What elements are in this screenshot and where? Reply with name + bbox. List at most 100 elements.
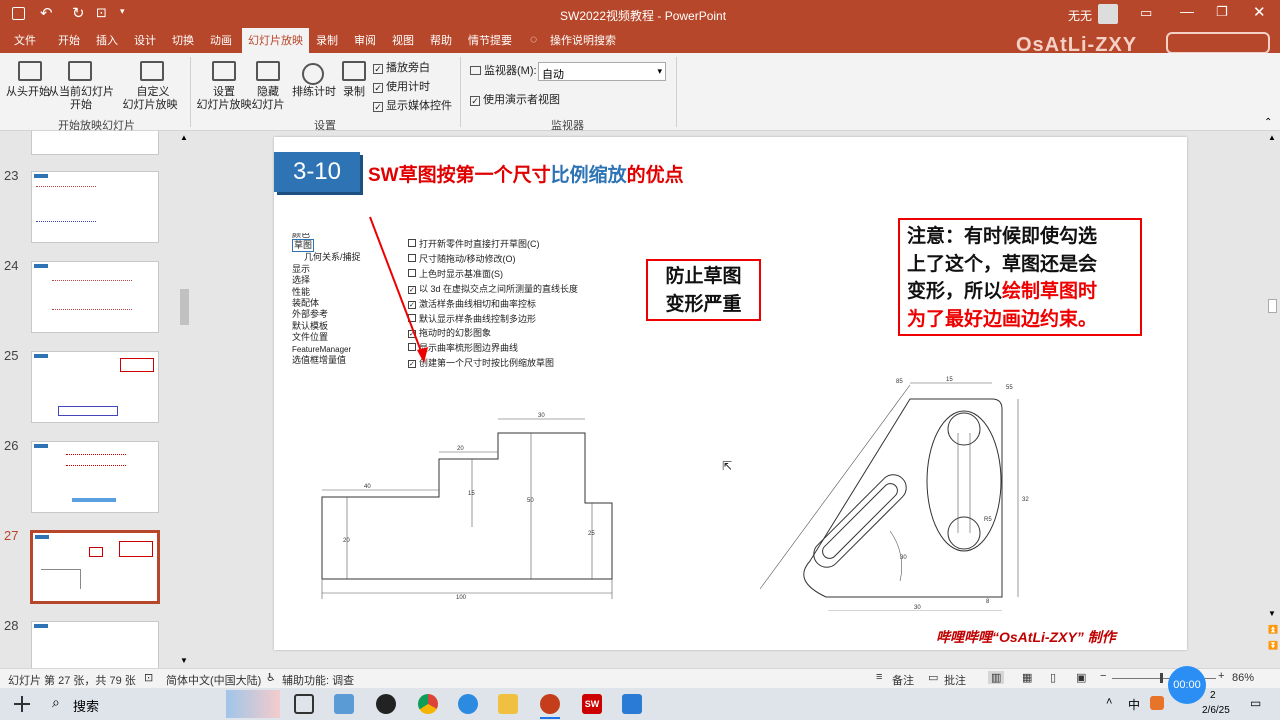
thumbnail-24[interactable] — [31, 261, 159, 333]
minimize-icon[interactable]: — — [1180, 3, 1194, 19]
notification-icon[interactable]: ▭ — [1250, 696, 1261, 710]
photos-icon[interactable] — [622, 694, 642, 714]
task-view-icon[interactable] — [294, 694, 314, 714]
solidworks-icon[interactable]: SW — [582, 694, 602, 714]
thumbnail-25[interactable] — [31, 351, 159, 423]
show-media-checkbox[interactable]: ✓ 显示媒体控件 — [373, 97, 452, 113]
tab-slideshow[interactable]: 幻灯片放映 — [242, 28, 309, 53]
qq-icon[interactable] — [376, 694, 396, 714]
restore-icon[interactable]: ❐ — [1216, 4, 1228, 20]
rehearse-button[interactable]: 排练计时 — [290, 86, 338, 99]
thumbnail-27[interactable] — [30, 530, 160, 604]
thumbnail-23[interactable] — [31, 171, 159, 243]
scroll-up-icon[interactable]: ▲ — [180, 133, 188, 142]
zoom-out-icon[interactable]: − — [1100, 670, 1106, 682]
thumbnail-26[interactable] — [31, 441, 159, 513]
play-narration-checkbox[interactable]: ✓ 播放旁白 — [373, 59, 430, 75]
tab-design[interactable]: 设计 — [134, 32, 156, 48]
record-button[interactable]: 录制 — [340, 86, 368, 99]
thumbnails-scrollbar[interactable]: ▲ ▼ — [177, 131, 192, 668]
scroll-down-icon[interactable]: ▼ — [180, 656, 188, 665]
zoom-in-icon[interactable]: + — [1218, 670, 1224, 682]
zoom-slider-thumb[interactable] — [1160, 673, 1163, 683]
show-media-label: 显示媒体控件 — [386, 100, 452, 112]
save-icon[interactable] — [12, 7, 25, 20]
chrome-icon[interactable] — [418, 694, 438, 714]
notes-button[interactable]: 备注 — [892, 672, 914, 688]
use-timings-checkbox[interactable]: ✓ 使用计时 — [373, 78, 430, 94]
thumbnail-28[interactable] — [31, 621, 159, 668]
slideshow-view-icon[interactable]: ▣ — [1076, 671, 1086, 684]
tab-file[interactable]: 文件 — [14, 32, 36, 48]
tab-review[interactable]: 审阅 — [354, 32, 376, 48]
tab-storyboard[interactable]: 情节提要 — [468, 32, 512, 48]
scroll-thumb[interactable] — [1268, 299, 1277, 313]
monitor-select[interactable]: 自动 ▾ — [538, 62, 666, 81]
slide-canvas[interactable]: 3-10 SW草图按第一个尺寸比例缩放的优点 颜色 草图 几何关系/捕捉 显示 … — [274, 137, 1187, 650]
ime-indicator[interactable]: 中 — [1128, 696, 1140, 713]
tab-animations[interactable]: 动画 — [210, 32, 232, 48]
thumb-decor — [34, 354, 48, 358]
tab-insert[interactable]: 插入 — [96, 32, 118, 48]
undo-icon[interactable]: ↶ — [40, 4, 53, 22]
powerpoint-icon[interactable] — [540, 694, 560, 714]
monitor-select-value: 自动 — [542, 69, 564, 81]
scroll-thumb[interactable] — [180, 289, 189, 325]
tray-chevron-icon[interactable]: ˄ — [1106, 696, 1112, 708]
clock-time[interactable]: 2 — [1210, 690, 1216, 701]
app-icon-1[interactable] — [334, 694, 354, 714]
taskbar-search-box[interactable]: 搜索 — [73, 696, 99, 715]
edge-icon[interactable] — [458, 694, 478, 714]
prev-slide-icon[interactable]: ⏫ — [1268, 625, 1278, 634]
hide-slide-button-line2[interactable]: 幻灯片 — [248, 99, 288, 112]
notice-part: 变形，所以 — [907, 281, 1003, 302]
avatar[interactable] — [1098, 4, 1118, 24]
tell-me-search[interactable]: 操作说明搜索 — [550, 32, 616, 48]
clock-date[interactable]: 2/6/25 — [1202, 705, 1230, 716]
from-current-button-line1[interactable]: 从当前幻灯片 — [46, 86, 116, 99]
hide-slide-button-line1[interactable]: 隐藏 — [250, 86, 286, 99]
comments-button[interactable]: 批注 — [944, 672, 966, 688]
slide-counter[interactable]: 幻灯片 第 27 张，共 79 张 — [8, 672, 136, 688]
slide-scrollbar[interactable]: ▲ ▼ ⏫ ⏬ — [1265, 131, 1280, 668]
language-indicator[interactable]: 简体中文(中国大陆) — [166, 672, 261, 688]
presenter-view-checkbox[interactable]: ✓ 使用演示者视图 — [470, 91, 560, 107]
custom-show-button-line2[interactable]: 幻灯片放映 — [118, 99, 182, 112]
user-name[interactable]: 无无 — [1068, 7, 1092, 24]
file-explorer-icon[interactable] — [498, 694, 518, 714]
checkbox-checked-icon: ✓ — [408, 360, 416, 369]
from-start-button[interactable]: 从头开始 — [6, 86, 50, 99]
tab-transitions[interactable]: 切换 — [172, 32, 194, 48]
slide-sorter-icon[interactable]: ▦ — [1022, 671, 1032, 684]
tab-record[interactable]: 录制 — [316, 32, 338, 48]
accessibility-status[interactable]: 辅助功能: 调查 — [282, 672, 354, 688]
tab-view[interactable]: 视图 — [392, 32, 414, 48]
divider — [676, 57, 677, 127]
setup-show-button-line2[interactable]: 幻灯片放映 — [196, 99, 252, 112]
reading-view-icon[interactable]: ▯ — [1050, 671, 1056, 684]
recording-timer[interactable]: 00:00 — [1168, 666, 1206, 704]
collapse-ribbon-icon[interactable]: ⌃ — [1264, 117, 1272, 128]
close-icon[interactable]: ✕ — [1253, 3, 1266, 21]
next-slide-icon[interactable]: ⏬ — [1268, 641, 1278, 650]
setup-show-button-line1[interactable]: 设置 — [196, 86, 252, 99]
qat-dropdown-icon[interactable]: ▾ — [120, 6, 125, 17]
spellcheck-icon[interactable]: ⊡ — [144, 671, 153, 684]
tray-app-icon[interactable] — [1150, 696, 1164, 710]
from-current-button-line2[interactable]: 开始 — [46, 99, 116, 112]
scroll-up-icon[interactable]: ▲ — [1268, 133, 1276, 142]
ribbon-display-icon[interactable]: ▭ — [1140, 5, 1152, 21]
checkbox-unchecked-icon — [408, 343, 416, 352]
thumbnail-partial[interactable] — [31, 131, 159, 155]
custom-show-button-line1[interactable]: 自定义 — [118, 86, 188, 99]
scroll-down-icon[interactable]: ▼ — [1268, 609, 1276, 618]
tab-help[interactable]: 帮助 — [430, 32, 452, 48]
dimension-label: 55 — [1006, 385, 1013, 391]
tab-home[interactable]: 开始 — [58, 32, 80, 48]
customize-qat-icon[interactable]: ⊡ — [96, 5, 107, 21]
thumb-decor — [41, 569, 81, 589]
redo-icon[interactable]: ↻ — [72, 4, 85, 22]
normal-view-icon[interactable]: ▥ — [988, 671, 1005, 684]
windows-start-icon[interactable] — [14, 696, 30, 712]
zoom-level[interactable]: 86% — [1232, 672, 1254, 684]
